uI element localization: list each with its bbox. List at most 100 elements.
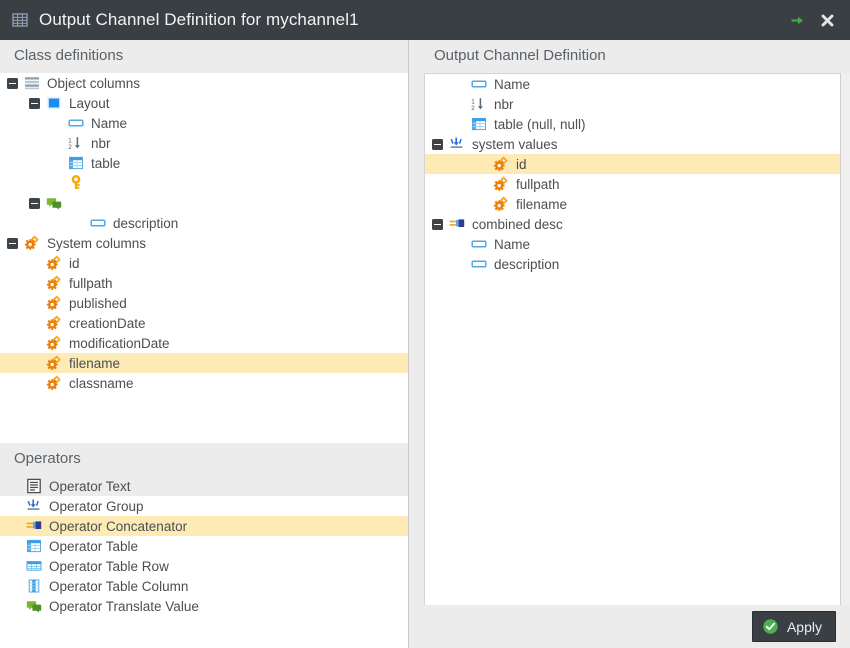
- tree-row-label: description: [494, 256, 560, 272]
- tree-row[interactable]: table (null, null): [425, 114, 850, 134]
- tree-row[interactable]: id: [425, 154, 850, 174]
- tree-row[interactable]: id: [0, 253, 408, 273]
- operator-list-item[interactable]: Operator Table: [0, 536, 408, 556]
- tree-toggle-collapse[interactable]: [29, 97, 40, 109]
- input-field-icon: [68, 115, 84, 131]
- tree-toggle-placeholder: [454, 79, 465, 90]
- dialog-footer: Apply: [420, 605, 850, 648]
- operator-item-label: Operator Table Row: [49, 558, 169, 574]
- tree-row[interactable]: description: [0, 213, 408, 233]
- operator-list-item[interactable]: Operator Table Row: [0, 556, 408, 576]
- concatenator-icon: [26, 518, 42, 534]
- operator-item-label: Operator Text: [49, 478, 131, 494]
- tree-row-label: combined desc: [472, 216, 563, 232]
- output-channel-definition-header: Output Channel Definition: [420, 40, 850, 73]
- stack-rows-icon: [24, 75, 40, 91]
- tree-row[interactable]: Name: [0, 113, 408, 133]
- tree-toggle-collapse[interactable]: [7, 77, 18, 89]
- tree-row[interactable]: Name: [425, 74, 850, 94]
- operator-list-item[interactable]: Operator Translate Value: [0, 596, 408, 616]
- pane-splitter[interactable]: [409, 40, 420, 648]
- apply-button[interactable]: Apply: [751, 611, 836, 642]
- tree-row[interactable]: table: [0, 153, 408, 173]
- tree-row-label: id: [516, 156, 527, 172]
- gears-icon: [493, 156, 509, 172]
- tree-row[interactable]: combined desc: [425, 214, 850, 234]
- operator-list-item[interactable]: Operator Group: [0, 496, 408, 516]
- tree-row-label: Name: [494, 76, 531, 92]
- key-icon: [68, 175, 84, 191]
- open-arrow-icon[interactable]: [789, 12, 806, 29]
- tree-toggle-placeholder: [29, 378, 40, 389]
- output-channel-tree[interactable]: Name 1 2 nbr table (null, null) system values…: [424, 73, 850, 645]
- operator-list-item[interactable]: Operator Concatenator: [0, 516, 408, 536]
- tree-row[interactable]: 1 2 nbr: [0, 133, 408, 153]
- tree-row-label: fullpath: [516, 176, 560, 192]
- tree-row-label: nbr: [91, 135, 111, 151]
- input-field-icon: [471, 256, 487, 272]
- tree-toggle-placeholder: [51, 118, 62, 129]
- tree-row[interactable]: filename: [425, 194, 850, 214]
- gears-icon: [493, 196, 509, 212]
- tree-toggle-placeholder: [454, 259, 465, 270]
- operator-list-item[interactable]: Operator Table Column: [0, 576, 408, 596]
- tree-toggle-placeholder: [476, 199, 487, 210]
- tree-toggle-placeholder: [51, 178, 62, 189]
- close-icon[interactable]: [819, 12, 836, 29]
- check-circle-icon: [762, 618, 779, 635]
- tree-row[interactable]: Object columns: [0, 73, 408, 93]
- gears-icon: [493, 176, 509, 192]
- tree-row-label: filename: [516, 196, 568, 212]
- tree-row[interactable]: modificationDate: [0, 333, 408, 353]
- operator-item-label: Operator Concatenator: [49, 518, 188, 534]
- tree-row-label: table (null, null): [494, 116, 586, 132]
- operator-list-item[interactable]: Operator Text: [0, 476, 408, 496]
- operator-item-label: Operator Translate Value: [49, 598, 199, 614]
- tree-row-label: system values: [472, 136, 558, 152]
- tree-toggle-placeholder: [29, 298, 40, 309]
- right-panel-scrollbar[interactable]: [840, 73, 850, 645]
- tree-row[interactable]: creationDate: [0, 313, 408, 333]
- tree-row[interactable]: Layout: [0, 93, 408, 113]
- tree-row[interactable]: fullpath: [0, 273, 408, 293]
- tree-toggle-collapse[interactable]: [432, 218, 443, 230]
- translate-icon: [26, 598, 42, 614]
- tree-row[interactable]: description: [425, 254, 850, 274]
- tree-toggle-placeholder: [29, 338, 40, 349]
- apply-button-label: Apply: [786, 618, 822, 635]
- tree-row-label: System columns: [47, 235, 147, 251]
- group-arrow-icon: [449, 136, 465, 152]
- number-sort-icon: 12: [471, 96, 487, 112]
- tree-row[interactable]: [0, 173, 408, 193]
- tree-row[interactable]: Name: [425, 234, 850, 254]
- tree-row[interactable]: fullpath: [425, 174, 850, 194]
- tree-toggle-placeholder: [454, 99, 465, 110]
- tree-row[interactable]: system values: [425, 134, 850, 154]
- tree-toggle-collapse[interactable]: [7, 237, 18, 249]
- operator-item-label: Operator Group: [49, 498, 144, 514]
- tree-row[interactable]: 1 2 nbr: [425, 94, 850, 114]
- tree-toggle-placeholder: [454, 239, 465, 250]
- tree-toggle-collapse[interactable]: [29, 197, 40, 209]
- tree-row[interactable]: classname: [0, 373, 408, 393]
- tree-row[interactable]: [0, 193, 408, 213]
- class-definitions-tree[interactable]: Object columns Layout Name 1 2 nbr table descri…: [0, 73, 408, 443]
- tree-row-label: fullpath: [69, 275, 113, 291]
- tree-toggle-placeholder: [73, 218, 84, 229]
- input-field-icon: [471, 236, 487, 252]
- square-blue-icon: [46, 95, 62, 111]
- gears-icon: [46, 275, 62, 291]
- right-panel: Output Channel Definition Name 1 2 nbr table…: [420, 40, 850, 648]
- tree-row[interactable]: System columns: [0, 233, 408, 253]
- tree-toggle-placeholder: [476, 179, 487, 190]
- group-arrow-icon: [26, 498, 42, 514]
- tree-toggle-collapse[interactable]: [432, 138, 443, 150]
- tree-row[interactable]: published: [0, 293, 408, 313]
- tree-row[interactable]: filename: [0, 353, 408, 373]
- table-row-icon: [26, 558, 42, 574]
- tree-row-label: description: [113, 215, 179, 231]
- tree-row-label: Name: [494, 236, 531, 252]
- translate-icon: [46, 195, 62, 211]
- operators-list[interactable]: Operator Text Operator Group Operator Conc…: [0, 476, 408, 648]
- tree-toggle-placeholder: [29, 358, 40, 369]
